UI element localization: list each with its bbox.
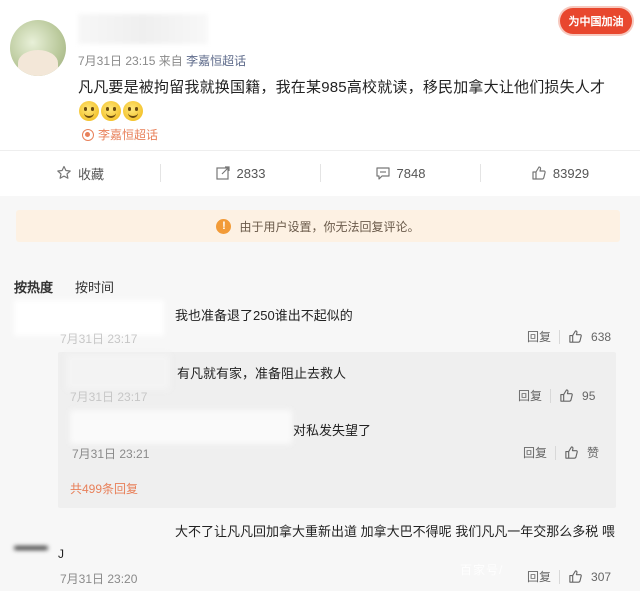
thumbs-up-icon[interactable] <box>559 388 574 403</box>
post-text: 凡凡要是被拘留我就换国籍，我在某985高校就读，移民加拿大让他们损失人才 <box>78 79 606 96</box>
post-avatar[interactable] <box>10 20 66 76</box>
topic-icon <box>82 128 94 141</box>
more-replies-link[interactable]: 共499条回复 <box>70 480 138 497</box>
reply-disabled-notice: ! 由于用户设置，你无法回复评论。 <box>16 210 620 242</box>
thumbs-up-icon[interactable] <box>564 445 579 460</box>
post-source-link[interactable]: 李嘉恒超话 <box>186 54 246 68</box>
divider <box>559 569 561 584</box>
replier-redacted <box>66 354 170 390</box>
post-from-label: 来自 <box>158 54 183 68</box>
comment-like-count: 307 <box>591 569 612 584</box>
action-bar: 收藏 2833 7848 83929 <box>0 152 640 194</box>
comment-text: 大不了让凡凡回加拿大重新出道 加拿大巴不得呢 我们凡凡一年交那么多税 喂 <box>175 524 615 539</box>
like-button[interactable]: 83929 <box>480 152 640 194</box>
reply-time: 7月31日 23:21 <box>72 447 150 461</box>
reply-like-count: 95 <box>582 388 596 403</box>
repost-icon <box>215 166 230 180</box>
commenter-name[interactable]: J <box>58 547 64 561</box>
thumbs-up-icon[interactable] <box>568 329 583 344</box>
divider <box>559 329 561 344</box>
favorite-button[interactable]: 收藏 <box>0 152 160 194</box>
reply-actions: 回复 赞 <box>523 444 599 461</box>
post-meta: 7月31日 23:15 来自 李嘉恒超话 <box>78 52 246 69</box>
comment-time: 7月31日 23:20 <box>60 572 138 586</box>
comment-button[interactable]: 7848 <box>320 152 480 194</box>
post-time: 7月31日 23:15 <box>78 54 156 68</box>
smile-emoji-icon <box>79 101 99 121</box>
repost-button[interactable]: 2833 <box>160 152 320 194</box>
comment-count: 7848 <box>396 165 426 181</box>
thumbs-up-icon[interactable] <box>568 569 583 584</box>
replier-redacted <box>70 410 292 444</box>
emoji-row <box>79 101 143 121</box>
warning-icon: ! <box>216 218 232 234</box>
reply-like-label: 赞 <box>587 446 600 460</box>
reply-button[interactable]: 回复 <box>518 387 542 404</box>
comment-time: 7月31日 23:17 <box>60 332 138 346</box>
username-redacted <box>78 14 208 44</box>
reply-button[interactable]: 回复 <box>527 328 551 345</box>
comment-text: 我也准备退了250谁出不起似的 <box>175 308 353 323</box>
divider <box>550 388 552 403</box>
sort-by-hot-tab[interactable]: 按热度 <box>14 277 53 296</box>
reply-button[interactable]: 回复 <box>527 568 551 585</box>
reply-text: 有凡就有家，准备阻止去救人 <box>177 366 347 381</box>
repost-count: 2833 <box>236 165 266 181</box>
smile-emoji-icon <box>101 101 121 121</box>
like-count: 83929 <box>552 165 590 181</box>
reply-actions: 回复 95 <box>518 387 595 404</box>
commenter-avatar-redacted <box>14 546 48 550</box>
reply-text: 对私发失望了 <box>293 423 372 438</box>
topic-link[interactable]: 李嘉恒超话 <box>82 126 158 143</box>
thumbs-up-icon <box>532 166 546 180</box>
sort-by-time-tab[interactable]: 按时间 <box>75 277 114 296</box>
divider <box>555 445 557 460</box>
divider <box>0 150 640 151</box>
campaign-badge[interactable]: 为中国加油 <box>560 8 632 34</box>
comment-actions: 回复 307 <box>527 568 611 585</box>
comment-actions: 回复 638 <box>527 328 611 345</box>
notice-text: 由于用户设置，你无法回复评论。 <box>239 219 420 234</box>
comment-like-count: 638 <box>591 329 612 344</box>
comment-icon <box>375 167 390 180</box>
reply-time: 7月31日 23:17 <box>70 390 148 404</box>
favorite-label: 收藏 <box>77 166 104 182</box>
star-icon <box>57 165 71 179</box>
topic-label: 李嘉恒超话 <box>98 128 159 142</box>
reply-button[interactable]: 回复 <box>523 444 547 461</box>
smile-emoji-icon <box>123 101 143 121</box>
watermark-text: 百家号/ <box>460 563 504 577</box>
